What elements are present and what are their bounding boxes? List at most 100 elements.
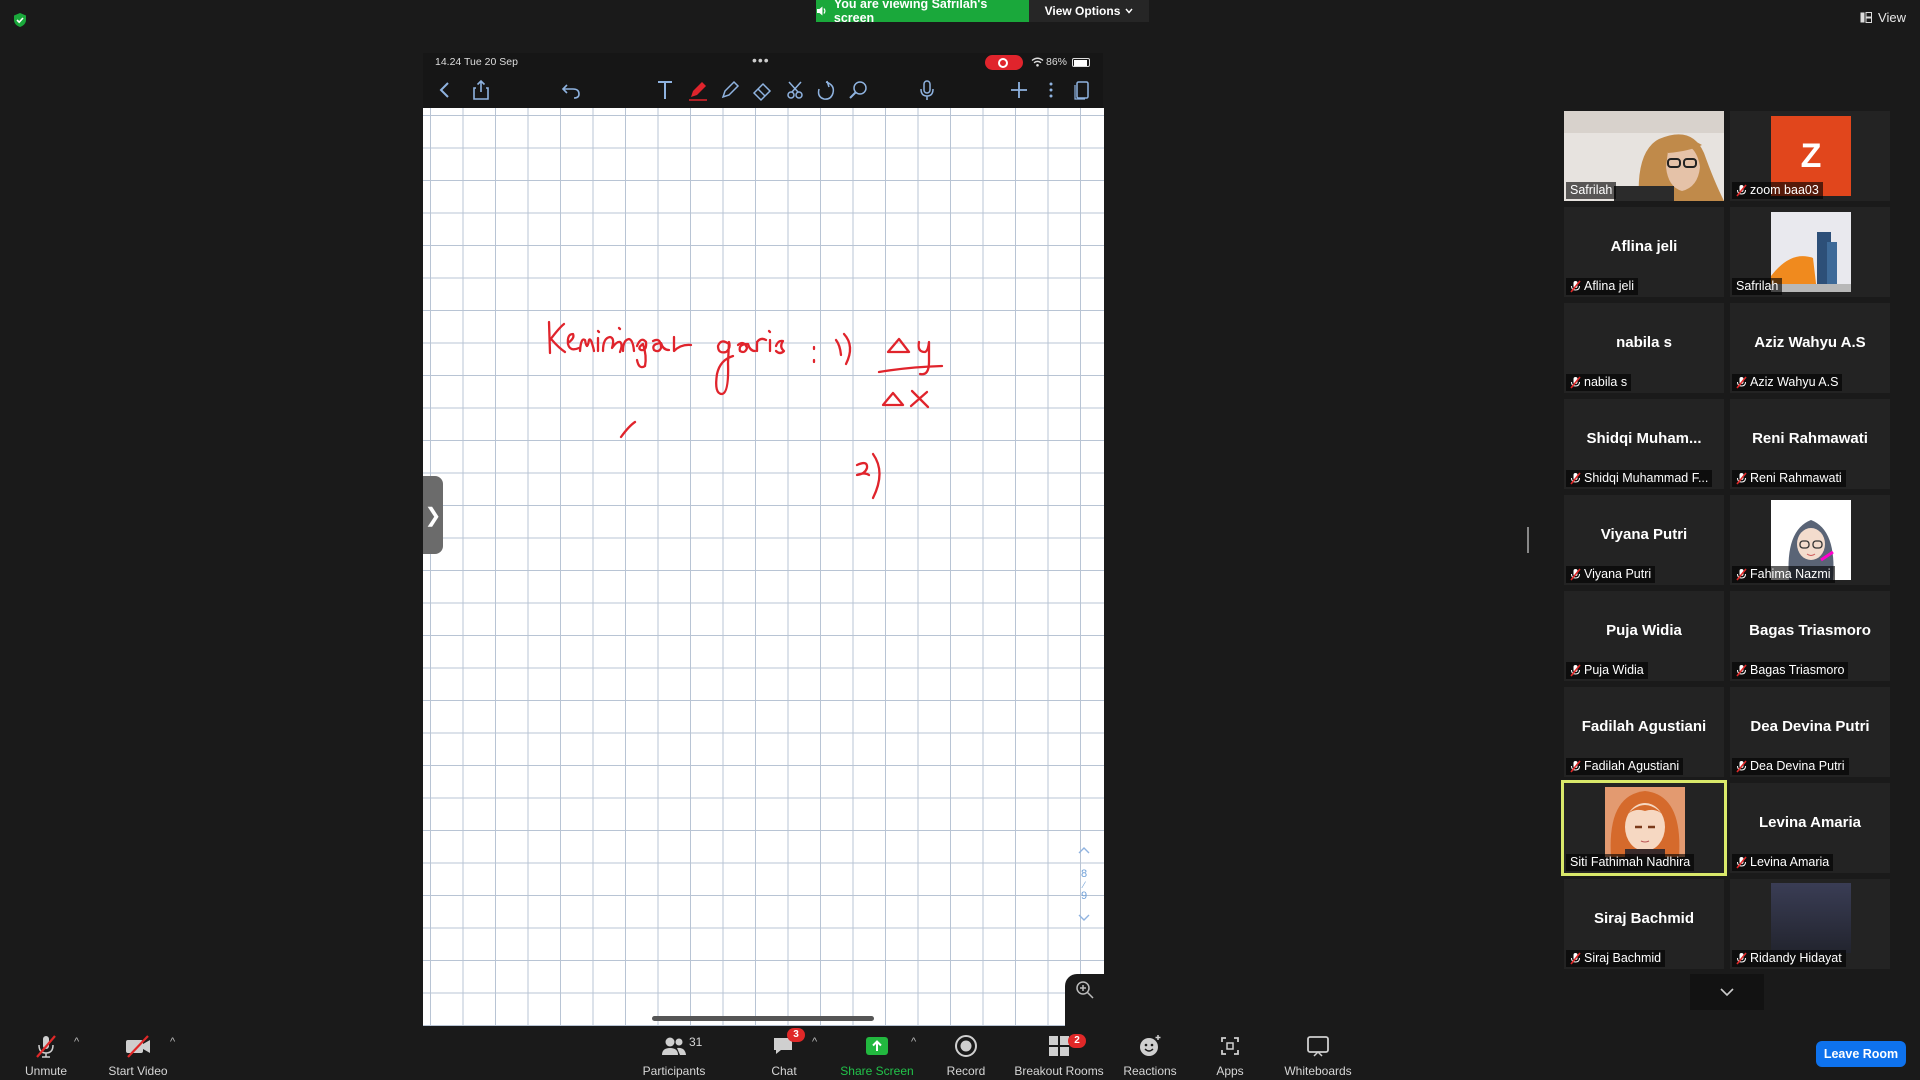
leave-room-button[interactable]: Leave Room <box>1816 1041 1906 1067</box>
zoom-corner[interactable] <box>1065 974 1105 1026</box>
chat-unread-badge: 3 <box>787 1028 805 1042</box>
participant-tile[interactable]: Aflina jeli Aflina jeli <box>1564 207 1724 297</box>
record-dot-icon <box>998 57 1008 68</box>
participant-tile[interactable]: nabila s nabila s <box>1564 303 1724 393</box>
page-up-icon[interactable] <box>1078 846 1090 854</box>
more-vertical-icon[interactable] <box>1038 77 1064 103</box>
shapes-icon[interactable] <box>813 77 839 103</box>
participants-count: 31 <box>689 1035 703 1049</box>
participant-tile[interactable]: Reni Rahmawati Reni Rahmawati <box>1730 399 1890 489</box>
handwriting-ink <box>547 320 944 500</box>
breakout-rooms-button[interactable]: Breakout Rooms <box>1012 1030 1106 1078</box>
participant-tile[interactable]: Fadilah Agustiani Fadilah Agustiani <box>1564 687 1724 777</box>
muted-mic-icon <box>1736 184 1747 197</box>
participant-name: Aziz Wahyu A.S <box>1750 375 1839 389</box>
participant-name: Reni Rahmawati <box>1750 471 1842 485</box>
breakout-rooms-label: Breakout Rooms <box>1014 1064 1104 1078</box>
participant-tile[interactable]: Fahima Nazmi <box>1730 495 1890 585</box>
participant-display-name: Shidqi Muham... <box>1586 430 1702 447</box>
participant-avatar <box>1605 787 1685 857</box>
panel-resize-divider[interactable] <box>1527 527 1529 553</box>
participant-tile[interactable]: Dea Devina Putri Dea Devina Putri <box>1730 687 1890 777</box>
undo-icon[interactable] <box>558 77 584 103</box>
video-options-caret[interactable]: ^ <box>170 1036 175 1048</box>
share-icon[interactable] <box>468 77 494 103</box>
participant-name-label: Dea Devina Putri <box>1732 758 1849 775</box>
text-tool-icon[interactable] <box>652 77 678 103</box>
note-canvas[interactable] <box>423 108 1104 1026</box>
start-video-button[interactable]: Start Video <box>104 1030 172 1078</box>
participant-tile[interactable]: Safrilah <box>1730 207 1890 297</box>
reactions-button[interactable]: Reactions <box>1122 1030 1178 1078</box>
whiteboards-button[interactable]: Whiteboards <box>1282 1030 1354 1078</box>
view-options-label: View Options <box>1044 4 1121 18</box>
participant-name-label: Shidqi Muhammad F... <box>1566 470 1713 487</box>
pen-tool-icon[interactable] <box>685 77 711 103</box>
lasso-icon[interactable] <box>782 77 808 103</box>
security-shield-icon[interactable] <box>12 12 28 28</box>
sidebar-toggle-handle[interactable]: ❯ <box>423 476 443 554</box>
viewing-screen-text: You are viewing Safrilah's screen <box>833 0 988 25</box>
participant-tile[interactable]: Ridandy Hidayat <box>1730 879 1890 969</box>
chevron-down-icon <box>1720 988 1734 997</box>
gallery-next-page-button[interactable] <box>1690 974 1764 1010</box>
participant-tile[interactable]: Puja Widia Puja Widia <box>1564 591 1724 681</box>
participant-tile[interactable]: Bagas Triasmoro Bagas Triasmoro <box>1730 591 1890 681</box>
participants-label: Participants <box>642 1064 706 1078</box>
muted-mic-icon <box>1570 376 1581 389</box>
unmute-label: Unmute <box>24 1064 68 1078</box>
more-dots-icon: ••• <box>752 52 770 68</box>
participant-tile[interactable]: Safrilah <box>1564 111 1724 201</box>
microphone-icon[interactable] <box>914 77 940 103</box>
participant-tile[interactable]: Zzoom baa03 <box>1730 111 1890 201</box>
participant-display-name: Fadilah Agustiani <box>1581 718 1707 735</box>
unmute-button[interactable]: Unmute <box>18 1030 74 1078</box>
apps-button[interactable]: Apps <box>1212 1030 1248 1078</box>
share-screen-button[interactable]: Share Screen <box>840 1030 914 1078</box>
share-options-caret[interactable]: ^ <box>911 1036 916 1048</box>
muted-mic-icon <box>1570 280 1581 293</box>
laser-pointer-icon[interactable] <box>845 77 871 103</box>
participant-display-name: Reni Rahmawati <box>1752 430 1868 447</box>
view-options-button[interactable]: View Options <box>1029 0 1149 22</box>
page-navigator[interactable]: 8 ⁄ 9 <box>1072 846 1096 946</box>
video-off-icon <box>126 1035 150 1058</box>
participant-name: Fahima Nazmi <box>1750 567 1831 581</box>
participant-name: Bagas Triasmoro <box>1750 663 1845 677</box>
muted-mic-icon <box>1736 472 1747 485</box>
battery-percent: 86% <box>1046 56 1068 68</box>
participant-name: Siti Fathimah Nadhira <box>1570 855 1691 869</box>
participant-tile[interactable]: Shidqi Muham... Shidqi Muhammad F... <box>1564 399 1724 489</box>
muted-mic-icon <box>1736 760 1747 773</box>
participant-tile[interactable]: Viyana Putri Viyana Putri <box>1564 495 1724 585</box>
muted-mic-icon <box>1736 664 1747 677</box>
add-icon[interactable] <box>1006 77 1032 103</box>
participant-tile[interactable]: Siti Fathimah Nadhira <box>1561 780 1727 876</box>
back-icon[interactable] <box>432 77 458 103</box>
muted-mic-icon <box>1570 568 1581 581</box>
participant-tile[interactable]: Siraj Bachmid Siraj Bachmid <box>1564 879 1724 969</box>
chat-options-caret[interactable]: ^ <box>812 1036 817 1048</box>
record-label: Record <box>946 1064 986 1078</box>
audio-options-caret[interactable]: ^ <box>74 1036 79 1048</box>
participant-name-label: Fadilah Agustiani <box>1566 758 1684 775</box>
view-button[interactable]: View <box>1860 10 1906 25</box>
highlighter-icon[interactable] <box>717 77 743 103</box>
wifi-icon <box>1031 57 1044 67</box>
participant-name: Ridandy Hidayat <box>1750 951 1842 965</box>
eraser-icon[interactable] <box>749 77 775 103</box>
muted-mic-icon <box>1736 568 1747 581</box>
participant-name-label: nabila s <box>1566 374 1632 391</box>
muted-mic-icon <box>1736 856 1747 869</box>
participant-name: Viyana Putri <box>1584 567 1652 581</box>
participant-tile[interactable]: Aziz Wahyu A.S Aziz Wahyu A.S <box>1730 303 1890 393</box>
pages-icon[interactable] <box>1069 77 1095 103</box>
muted-mic-icon <box>1736 376 1747 389</box>
participant-name-label: Aflina jeli <box>1566 278 1639 295</box>
record-button[interactable]: Record <box>944 1030 988 1078</box>
participant-tile[interactable]: Levina Amaria Levina Amaria <box>1730 783 1890 873</box>
participant-display-name: Viyana Putri <box>1600 526 1688 543</box>
page-down-icon[interactable] <box>1078 914 1090 922</box>
participant-display-name: Bagas Triasmoro <box>1749 622 1871 639</box>
breakout-rooms-badge: 2 <box>1068 1034 1086 1048</box>
